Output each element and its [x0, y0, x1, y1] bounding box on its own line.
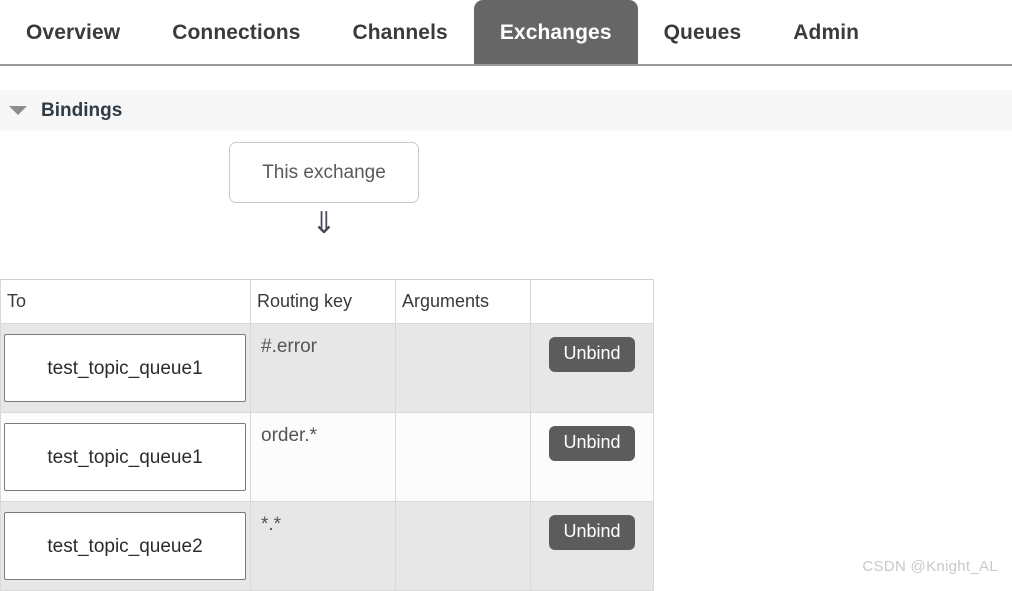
cell-routing-key: *.*	[250, 501, 396, 591]
column-header-to: To	[0, 279, 251, 324]
cell-to: test_topic_queue1	[0, 323, 251, 413]
nav-tab-admin[interactable]: Admin	[767, 0, 885, 64]
column-header-arguments: Arguments	[395, 279, 531, 324]
triangle-down-icon[interactable]	[9, 106, 27, 115]
nav-tab-list: Overview Connections Channels Exchanges Queu…	[0, 0, 885, 64]
queue-link[interactable]: test_topic_queue1	[4, 334, 246, 402]
cell-action: Unbind	[530, 501, 654, 591]
cell-routing-key: order.*	[250, 412, 396, 502]
nav-tab-channels[interactable]: Channels	[326, 0, 473, 64]
arguments-value	[396, 502, 530, 514]
unbind-button[interactable]: Unbind	[549, 337, 635, 372]
routing-key-value: *.*	[261, 514, 282, 535]
nav-tab-queues[interactable]: Queues	[638, 0, 768, 64]
bindings-table: To Routing key Arguments test_topic_queu…	[0, 279, 654, 591]
table-row: test_topic_queue1 order.* Unbind	[0, 412, 654, 502]
cell-action: Unbind	[530, 412, 654, 502]
main-navigation-bar: Overview Connections Channels Exchanges Queu…	[0, 0, 1012, 66]
bindings-table-body: test_topic_queue1 #.error Unbind test_topic…	[0, 323, 654, 591]
table-header-row: To Routing key Arguments	[0, 279, 654, 324]
arguments-value	[396, 413, 530, 425]
cell-routing-key: #.error	[250, 323, 396, 413]
table-row: test_topic_queue1 #.error Unbind	[0, 323, 654, 413]
routing-key-value: #.error	[261, 336, 317, 357]
column-header-routing-key: Routing key	[250, 279, 396, 324]
nav-tab-exchanges[interactable]: Exchanges	[473, 0, 638, 64]
nav-tab-overview[interactable]: Overview	[0, 0, 146, 64]
table-row: test_topic_queue2 *.* Unbind	[0, 501, 654, 591]
cell-to: test_topic_queue2	[0, 501, 251, 591]
queue-link[interactable]: test_topic_queue1	[4, 423, 246, 491]
bindings-section-header[interactable]: Bindings	[0, 90, 1012, 131]
column-header-actions	[530, 279, 654, 324]
cell-action: Unbind	[530, 323, 654, 413]
cell-arguments	[395, 323, 531, 413]
cell-arguments	[395, 501, 531, 591]
cell-arguments	[395, 412, 531, 502]
queue-link[interactable]: test_topic_queue2	[4, 512, 246, 580]
cell-to: test_topic_queue1	[0, 412, 251, 502]
double-down-arrow-icon: ⇓	[311, 206, 337, 241]
nav-tab-connections[interactable]: Connections	[146, 0, 326, 64]
unbind-button[interactable]: Unbind	[549, 426, 635, 461]
arguments-value	[396, 324, 530, 336]
unbind-button[interactable]: Unbind	[549, 515, 635, 550]
this-exchange-label: This exchange	[262, 161, 386, 183]
watermark-text: CSDN @Knight_AL	[862, 558, 998, 575]
bindings-section-title: Bindings	[41, 99, 123, 121]
this-exchange-node: This exchange	[229, 142, 419, 203]
routing-key-value: order.*	[261, 425, 317, 446]
